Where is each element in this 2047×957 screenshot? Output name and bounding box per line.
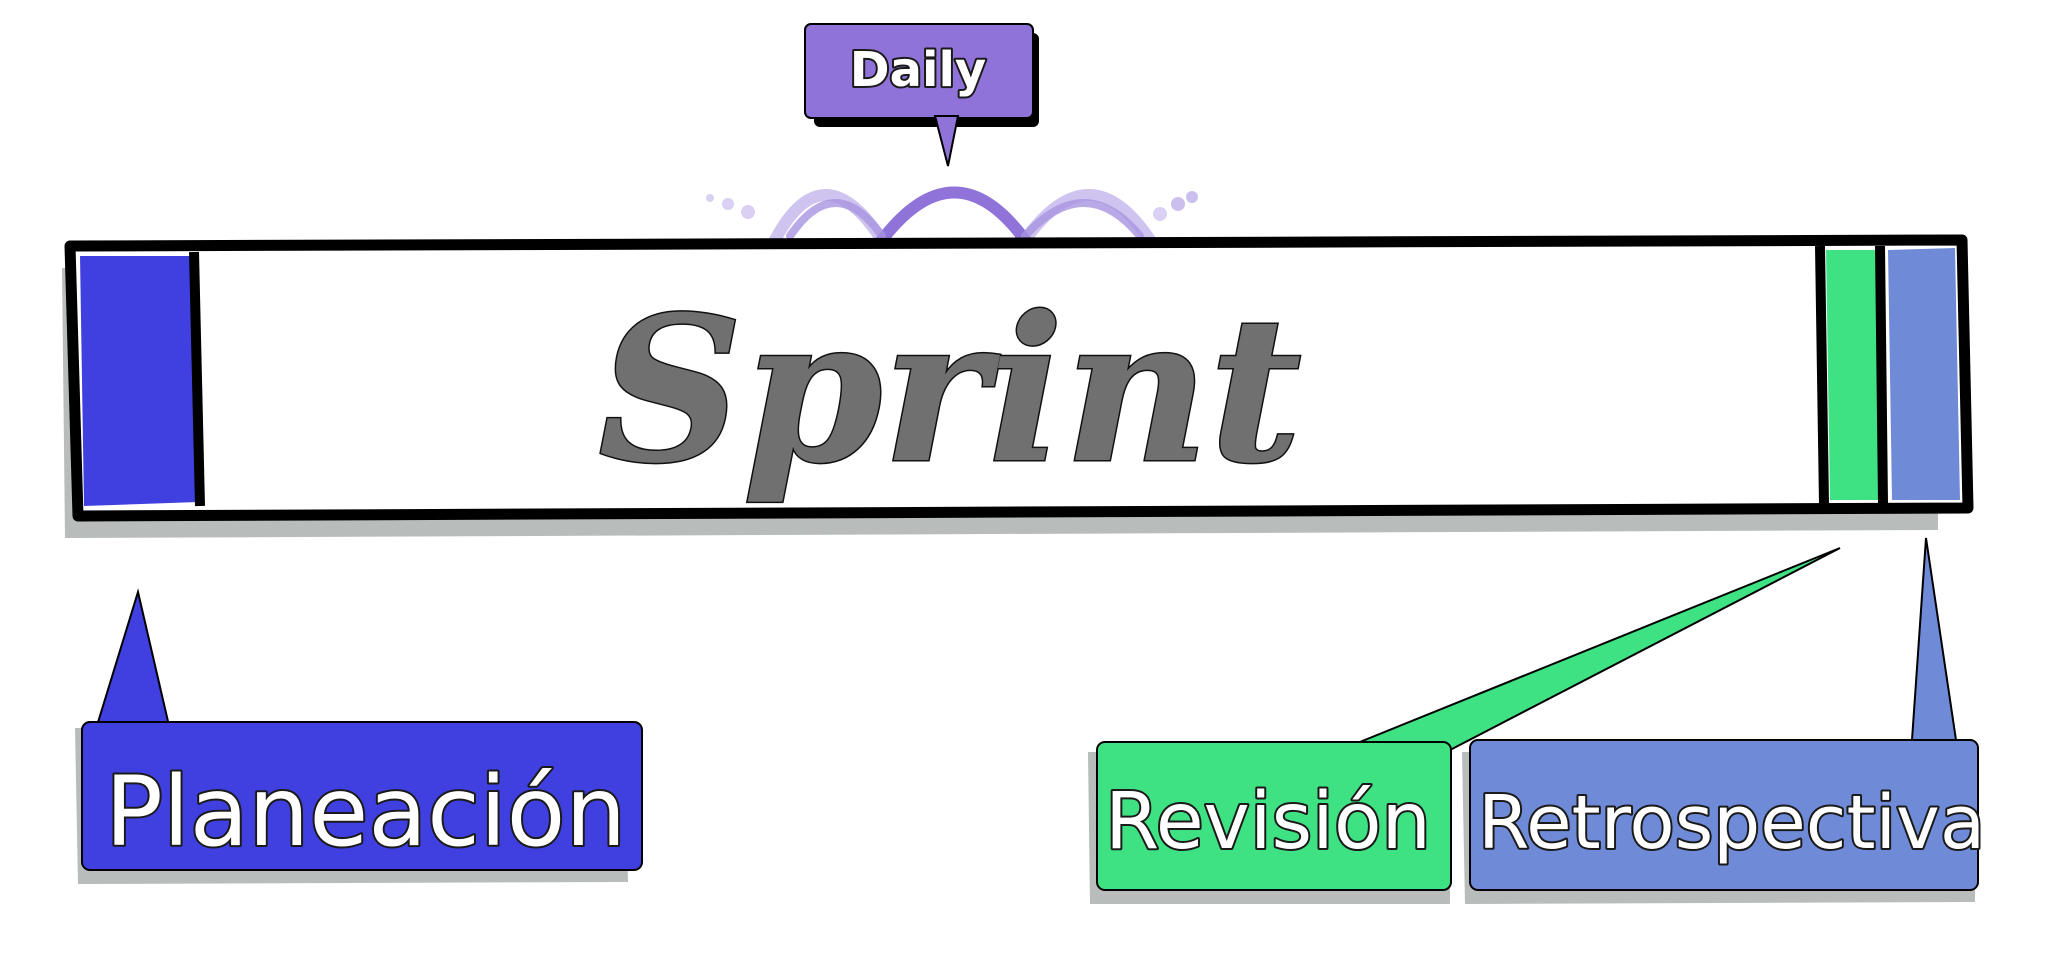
daily-label: Daily [850, 42, 986, 98]
daily-callout: Daily [804, 23, 1039, 167]
planning-label: Planeación [105, 756, 626, 868]
retro-label: Retrospectiva [1478, 780, 1985, 866]
sprint-label: Sprint [598, 273, 1301, 508]
retro-segment [1888, 248, 1960, 500]
planning-segment [80, 256, 198, 506]
review-label: Revisión [1105, 777, 1431, 867]
review-segment [1826, 250, 1878, 500]
planning-callout: Planeación [75, 588, 643, 884]
sprint-diagram: Daily Sprint Planeación Revisión Retrosp [62, 23, 1987, 904]
daily-cycle [706, 186, 1198, 246]
retro-callout: Retrospectiva [1462, 537, 1987, 904]
